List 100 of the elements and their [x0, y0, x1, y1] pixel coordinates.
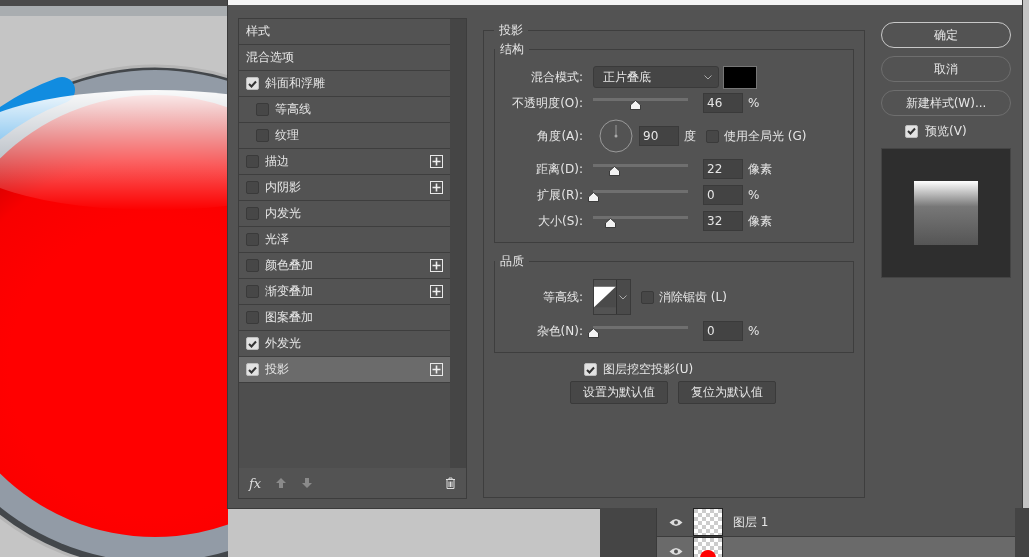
checkbox[interactable] — [246, 207, 259, 220]
scrollbar[interactable] — [450, 19, 466, 469]
unit-label: % — [748, 324, 760, 338]
caret-icon — [619, 294, 628, 300]
style-label: 纹理 — [275, 127, 300, 144]
checkbox[interactable] — [246, 311, 259, 324]
slider-thumb[interactable] — [588, 328, 599, 338]
default-button[interactable]: 设置为默认值 — [570, 381, 668, 404]
number-field[interactable]: 46 — [703, 93, 743, 113]
group-title: 结构 — [499, 41, 525, 58]
field-label: 混合模式: — [529, 68, 584, 86]
checkbox[interactable] — [246, 233, 259, 246]
unit-label: 度 — [684, 127, 696, 145]
style-label: 外发光 — [265, 335, 302, 352]
dialog-button[interactable]: 确定 — [881, 22, 1011, 48]
add-button[interactable] — [430, 181, 443, 194]
style-label: 投影 — [265, 361, 290, 378]
style-item[interactable]: 描边 — [239, 149, 450, 175]
number-field[interactable]: 22 — [703, 159, 743, 179]
checkbox[interactable] — [246, 181, 259, 194]
list-header: 样式 — [246, 23, 271, 40]
contour-picker[interactable] — [593, 279, 631, 315]
layer-name: 图层 1 — [733, 513, 769, 531]
number-field[interactable]: 0 — [703, 321, 743, 341]
panel-column — [600, 508, 657, 557]
field-label: 大小(S): — [536, 212, 584, 230]
style-label: 颜色叠加 — [265, 257, 314, 274]
checkbox-label: 消除锯齿 (L) — [659, 288, 727, 306]
style-label: 渐变叠加 — [265, 283, 314, 300]
eye-icon[interactable] — [669, 546, 683, 556]
number-field[interactable]: 90 — [639, 126, 679, 146]
checkbox[interactable] — [584, 363, 597, 376]
field-label: 等高线: — [541, 288, 584, 306]
default-button[interactable]: 复位为默认值 — [678, 381, 776, 404]
style-item[interactable]: 混合选项 — [239, 45, 450, 71]
style-label: 光泽 — [265, 231, 290, 248]
checkbox[interactable] — [246, 363, 259, 376]
blend-mode-dropdown[interactable]: 正片叠底 — [593, 66, 719, 88]
slider-thumb[interactable] — [605, 218, 617, 228]
style-item[interactable]: 纹理 — [239, 123, 450, 149]
style-item[interactable]: 内发光 — [239, 201, 450, 227]
eye-icon[interactable] — [669, 517, 683, 527]
group-title: 品质 — [499, 253, 525, 270]
color-swatch[interactable] — [723, 65, 757, 89]
slider-thumb[interactable] — [608, 166, 620, 176]
field-label: 角度(A): — [536, 127, 584, 145]
checkbox[interactable] — [246, 337, 259, 350]
caret-icon — [704, 74, 712, 80]
layer-thumbnail — [693, 508, 723, 536]
style-item[interactable]: 光泽 — [239, 227, 450, 253]
checkbox-label: 预览(V) — [925, 122, 967, 140]
layer-thumbnail — [693, 537, 723, 557]
dialog-button[interactable]: 新建样式(W)... — [881, 90, 1011, 116]
style-item[interactable]: 颜色叠加 — [239, 253, 450, 279]
unit-label: 像素 — [748, 212, 772, 230]
slider-thumb[interactable] — [629, 100, 641, 110]
style-item[interactable]: 等高线 — [239, 97, 450, 123]
style-item[interactable]: 投影 — [239, 357, 450, 383]
field-label: 杂色(N): — [535, 322, 584, 340]
style-item[interactable]: 内阴影 — [239, 175, 450, 201]
field-label: 不透明度(O): — [511, 94, 584, 112]
checkbox[interactable] — [905, 124, 918, 138]
dialog-button[interactable]: 取消 — [881, 56, 1011, 82]
checkbox-label: 图层挖空投影(U) — [603, 361, 694, 378]
add-button[interactable] — [430, 155, 443, 168]
unit-label: 像素 — [748, 160, 772, 178]
style-item[interactable]: 图案叠加 — [239, 305, 450, 331]
add-button[interactable] — [430, 363, 443, 376]
style-label: 等高线 — [275, 101, 312, 118]
slider-thumb[interactable] — [588, 192, 599, 202]
style-label: 描边 — [265, 153, 290, 170]
unit-label: % — [748, 96, 760, 110]
style-item[interactable]: 斜面和浮雕 — [239, 71, 450, 97]
style-label: 图案叠加 — [265, 309, 314, 326]
fx-button[interactable]: fx — [249, 475, 262, 491]
field-label: 扩展(R): — [536, 186, 584, 204]
checkbox[interactable] — [246, 285, 259, 298]
add-button[interactable] — [430, 259, 443, 272]
checkbox[interactable] — [246, 155, 259, 168]
style-label: 内阴影 — [265, 179, 302, 196]
field-label: 距离(D): — [535, 160, 584, 178]
checkbox[interactable] — [246, 259, 259, 272]
checkbox[interactable] — [641, 290, 654, 304]
style-label: 内发光 — [265, 205, 302, 222]
number-field[interactable]: 32 — [703, 211, 743, 231]
number-field[interactable]: 0 — [703, 185, 743, 205]
section-title: 投影 — [498, 22, 524, 39]
style-item[interactable]: 渐变叠加 — [239, 279, 450, 305]
checkbox[interactable] — [706, 129, 719, 143]
checkbox[interactable] — [256, 103, 269, 116]
style-label: 斜面和浮雕 — [265, 75, 326, 92]
unit-label: % — [748, 188, 760, 202]
trash-icon[interactable] — [445, 477, 456, 490]
checkbox[interactable] — [256, 129, 269, 142]
style-item[interactable]: 外发光 — [239, 331, 450, 357]
add-button[interactable] — [430, 285, 443, 298]
checkbox[interactable] — [246, 77, 259, 90]
preview-swatch-drawing — [914, 181, 978, 245]
scrollbar[interactable] — [1015, 508, 1029, 557]
style-label: 混合选项 — [246, 49, 295, 66]
